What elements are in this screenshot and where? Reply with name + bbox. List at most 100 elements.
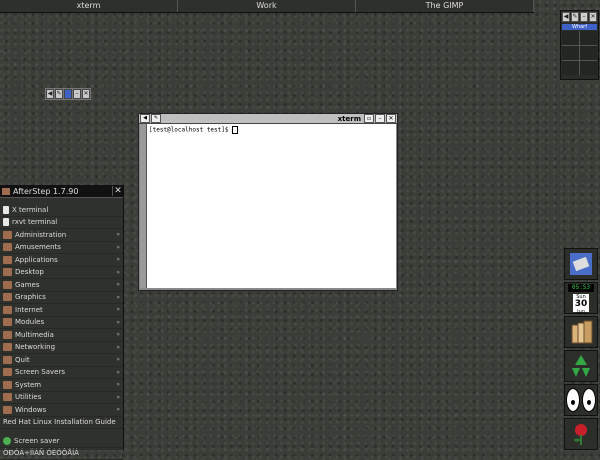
menu-item[interactable]: Graphics » — [0, 292, 123, 305]
menu-item[interactable]: Amusements» — [0, 242, 123, 255]
submenu-arrow-icon: » — [116, 294, 123, 301]
task-work[interactable]: Work — [178, 0, 356, 12]
menu-item-label: Windows — [15, 406, 46, 414]
pager-desk-6[interactable] — [580, 61, 597, 75]
pager-min-icon[interactable]: – — [580, 12, 588, 22]
menu-item[interactable]: Screen Savers» — [0, 367, 123, 380]
desktop-pager[interactable]: ◀ ✎ – ✕ Wharf — [560, 10, 599, 80]
wharf-trash-button[interactable] — [564, 350, 598, 382]
rose-icon — [568, 421, 594, 447]
menu-item-label: Internet — [15, 306, 43, 314]
menu-item[interactable]: Quit» — [0, 354, 123, 367]
app-icon — [568, 251, 594, 277]
start-menu: AfterStep 1.7.90 ✕ X terminal rxvt termin… — [0, 185, 124, 450]
xterm-titlebar[interactable]: ◀ ✎ xterm ▫ – ✕ — [139, 114, 397, 124]
pager-pin-icon[interactable]: ✎ — [571, 12, 579, 22]
calendar-date: 30 — [573, 300, 589, 309]
left-arrow-icon[interactable]: ◀ — [46, 89, 54, 99]
pager-desk-5[interactable] — [562, 61, 579, 75]
menu-items: X terminalrxvt terminalAdministration»Am… — [0, 204, 123, 417]
minimize-icon[interactable]: – — [73, 89, 81, 99]
menu-item[interactable]: X terminal — [0, 204, 123, 217]
pager-desk-2[interactable] — [580, 31, 597, 45]
menu-item[interactable]: Networking» — [0, 342, 123, 355]
menu-item[interactable]: Modules» — [0, 317, 123, 330]
menu-item-label: Amusements — [15, 243, 61, 251]
window-title: xterm — [161, 115, 364, 123]
calendar-month: Jun — [577, 309, 585, 315]
wharf-files-button[interactable] — [564, 316, 598, 348]
menu-item[interactable]: Administration» — [0, 229, 123, 242]
wharf-app-button[interactable] — [564, 248, 598, 280]
scrollbar[interactable] — [140, 124, 147, 288]
pager-left-icon[interactable]: ◀ — [562, 12, 570, 22]
menu-arrow-icon[interactable]: ◀ — [140, 114, 150, 123]
menu-item-label: System — [15, 381, 41, 389]
text-cursor — [232, 126, 238, 134]
menu-item[interactable]: Games » — [0, 279, 123, 292]
wharf-eyes[interactable] — [564, 384, 598, 416]
folder-icon — [3, 268, 12, 276]
pager-close-icon[interactable]: ✕ — [589, 12, 597, 22]
pager-desk-3[interactable] — [562, 46, 579, 60]
pager-title: Wharf — [562, 24, 597, 30]
calendar-icon: Sun 30 Jun — [573, 294, 589, 312]
terminal-area[interactable]: [test@localhost test]$ — [147, 124, 396, 288]
close-icon[interactable]: ✕ — [112, 186, 123, 196]
eyes-icon — [566, 388, 596, 412]
terminal-icon — [3, 218, 9, 226]
menu-item[interactable]: Utilities» — [0, 392, 123, 405]
submenu-arrow-icon: » — [116, 344, 123, 351]
screensaver-icon — [3, 437, 11, 445]
desk-bar: xterm Work The GIMP — [0, 0, 534, 13]
minimize-icon[interactable]: – — [375, 114, 385, 123]
wharf-rose-button[interactable] — [564, 418, 598, 450]
menu-item[interactable]: System » — [0, 379, 123, 392]
menu-item-label: Utilities — [15, 393, 41, 401]
menu-item[interactable]: rxvt terminal — [0, 217, 123, 230]
terminal-icon — [3, 206, 9, 214]
submenu-arrow-icon: » — [116, 281, 123, 288]
menu-item[interactable]: Windows» — [0, 404, 123, 417]
submenu-arrow-icon: » — [116, 381, 123, 388]
pager-desk-4[interactable] — [580, 46, 597, 60]
menu-item-screensaver[interactable]: Screen saver — [0, 435, 123, 448]
wharf-clock[interactable]: 05:53 Sun 30 Jun — [564, 282, 598, 314]
folder-icon — [3, 393, 12, 401]
folder-icon — [3, 368, 12, 376]
folder-icon — [3, 256, 12, 264]
menu-item-label: Modules — [15, 318, 44, 326]
pager-desk-1[interactable] — [562, 31, 579, 45]
folder-icon — [3, 406, 12, 414]
submenu-arrow-icon: » — [116, 269, 123, 276]
iconify-icon[interactable]: ▫ — [364, 114, 374, 123]
menu-item-label: rxvt terminal — [12, 218, 57, 226]
menu-item-label: X terminal — [12, 206, 48, 214]
folder-icon — [2, 188, 10, 195]
iconify-icon[interactable] — [64, 89, 72, 99]
menu-item[interactable]: Internet» — [0, 304, 123, 317]
menu-item-label: Screen Savers — [15, 368, 65, 376]
menu-item-label: Games — [15, 281, 40, 289]
task-gimp[interactable]: The GIMP — [356, 0, 534, 12]
menu-item-label: Quit — [15, 356, 30, 364]
menu-item-label: Administration — [15, 231, 66, 239]
folder-icon — [3, 331, 12, 339]
close-icon[interactable]: ✕ — [386, 114, 396, 123]
left-eye — [566, 388, 580, 412]
menu-item[interactable]: Applications» — [0, 254, 123, 267]
menu-item[interactable]: Desktop» — [0, 267, 123, 280]
clock-display: 05:53 — [568, 284, 594, 292]
menu-titlebar[interactable]: AfterStep 1.7.90 ✕ — [0, 185, 123, 198]
menu-item-guide[interactable]: Red Hat Linux Installation Guide — [0, 417, 123, 430]
task-xterm[interactable]: xterm — [0, 0, 178, 12]
menu-item-other[interactable]: ÒÐÓÁ÷ÌÌÁÑ ÓÉÓÔÅÍÁ — [0, 448, 123, 460]
menu-item-label: Graphics — [15, 293, 46, 301]
pin-icon[interactable]: ✎ — [151, 114, 161, 123]
menu-item[interactable]: Multimedia» — [0, 329, 123, 342]
pin-icon[interactable]: ✎ — [55, 89, 63, 99]
xterm-window[interactable]: ◀ ✎ xterm ▫ – ✕ [test@localhost test]$ — [138, 113, 398, 291]
close-icon[interactable]: ✕ — [82, 89, 90, 99]
folder-icon — [3, 231, 12, 239]
menu-item-label: Applications — [15, 256, 58, 264]
